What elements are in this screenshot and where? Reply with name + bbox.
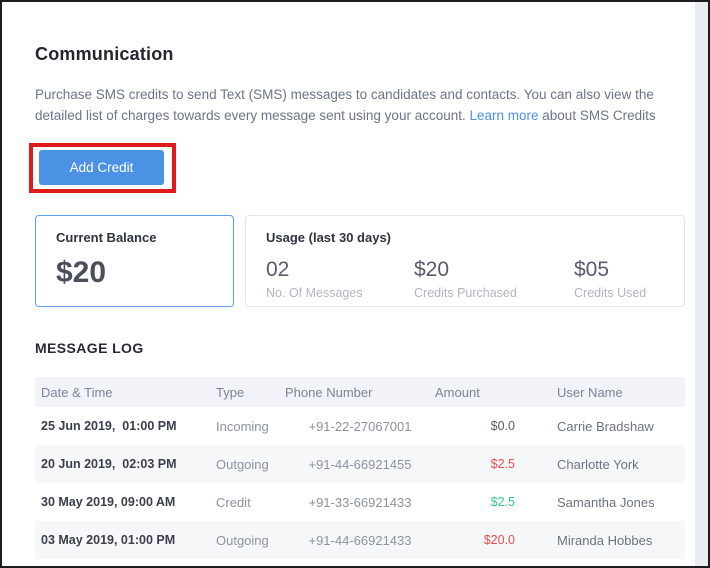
cell-phone: +91-22-27067001 [308, 418, 412, 434]
table-row: 20 Jun 2019, 02:03 PM Outgoing +91-44-66… [35, 445, 685, 483]
cell-amount: $2.5 [435, 445, 545, 483]
table-row: 25 Jun 2019, 01:00 PM Incoming +91-22-27… [35, 407, 685, 445]
cell-amount: $0.0 [490, 419, 515, 433]
description-text-after: about SMS Credits [538, 108, 656, 123]
stat-messages: 02 No. Of Messages [266, 258, 414, 300]
current-balance-card: Current Balance $20 [35, 215, 234, 307]
usage-card: Usage (last 30 days) 02 No. Of Messages … [245, 215, 685, 307]
table-header-row: Date & Time Type Phone Number Amount Use… [35, 377, 685, 407]
stat-messages-value: 02 [266, 258, 290, 281]
learn-more-link[interactable]: Learn more [469, 108, 538, 123]
cell-user: Charlotte York [545, 445, 685, 483]
column-header-amount: Amount [435, 377, 545, 407]
column-header-type: Type [210, 377, 285, 407]
vertical-scrollbar[interactable] [695, 2, 708, 566]
cell-user: Miranda Hobbes [545, 521, 685, 559]
cell-type: Credit [216, 494, 251, 510]
cell-type: Outgoing [210, 445, 285, 483]
page-description: Purchase SMS credits to send Text (SMS) … [35, 84, 671, 126]
column-header-date: Date & Time [35, 377, 210, 407]
stat-credits-purchased: $20 Credits Purchased [414, 258, 574, 300]
cell-date: 30 May 2019, 09:00 AM [41, 495, 176, 509]
balance-value: $20 [56, 256, 107, 289]
cell-type: Incoming [216, 418, 269, 434]
cell-user: Carrie Bradshaw [557, 418, 654, 434]
stat-messages-label: No. Of Messages [266, 286, 363, 300]
page-title: Communication [35, 44, 174, 64]
usage-stats: 02 No. Of Messages $20 Credits Purchased… [266, 258, 674, 300]
stat-credits-purchased-value: $20 [414, 258, 450, 281]
cell-type: Outgoing [210, 521, 285, 559]
stat-credits-used: $05 Credits Used [574, 258, 674, 300]
stat-credits-purchased-label: Credits Purchased [414, 286, 517, 300]
column-header-phone: Phone Number [285, 377, 435, 407]
cell-date: 03 May 2019, 01:00 PM [35, 521, 210, 559]
cell-phone: +91-33-66921433 [308, 494, 412, 510]
cell-user: Samantha Jones [557, 494, 655, 510]
cell-amount: $2.5 [490, 495, 515, 509]
table-row: 30 May 2019, 09:00 AM Credit +91-33-6692… [35, 483, 685, 521]
cell-date: 20 Jun 2019, 02:03 PM [35, 445, 210, 483]
balance-card-title: Current Balance [56, 230, 157, 245]
message-log-table: Date & Time Type Phone Number Amount Use… [35, 377, 685, 559]
cell-phone: +91-44-66921433 [285, 521, 435, 559]
cell-phone: +91-44-66921455 [285, 445, 435, 483]
table-row: 03 May 2019, 01:00 PM Outgoing +91-44-66… [35, 521, 685, 559]
add-credit-button[interactable]: Add Credit [39, 150, 164, 185]
usage-card-title: Usage (last 30 days) [266, 230, 392, 245]
cell-date: 25 Jun 2019, 01:00 PM [41, 419, 177, 433]
stat-credits-used-label: Credits Used [574, 286, 647, 300]
stat-credits-used-value: $05 [574, 258, 610, 281]
cell-amount: $20.0 [435, 521, 545, 559]
message-log-heading: MESSAGE LOG [35, 340, 144, 356]
column-header-user: User Name [545, 377, 685, 407]
communication-settings-page: Communication Purchase SMS credits to se… [0, 0, 710, 568]
